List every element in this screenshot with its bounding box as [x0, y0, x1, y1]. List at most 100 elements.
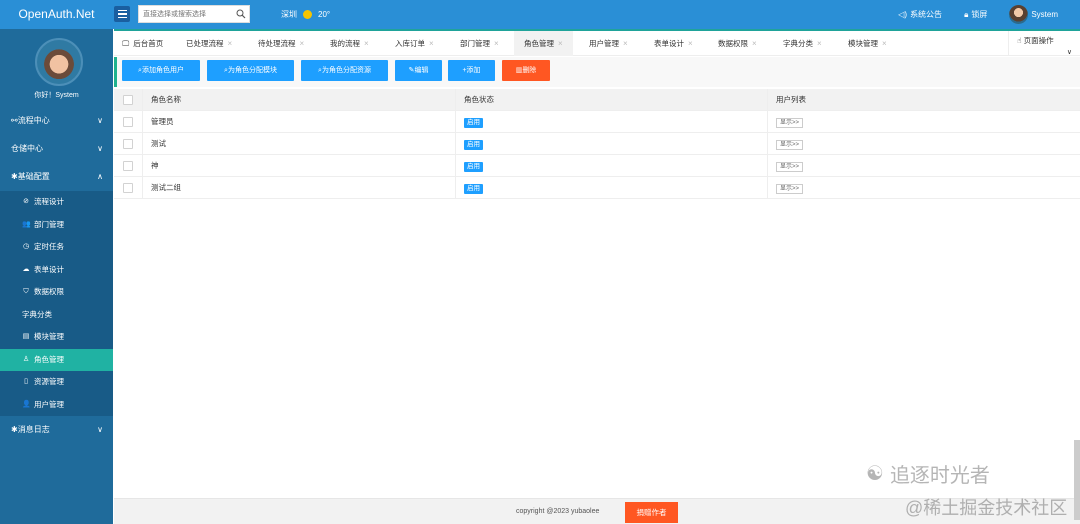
edit-button[interactable]: ✎编辑: [395, 60, 442, 81]
show-users-button[interactable]: 显示>>: [776, 162, 804, 172]
table-row[interactable]: 测试 启用 显示>>: [114, 133, 1080, 155]
sidebar-group-message-log[interactable]: ✱消息日志 ∨: [0, 416, 113, 444]
user-menu[interactable]: System: [1009, 5, 1058, 24]
tab-modules[interactable]: 模块管理 ×: [848, 31, 887, 56]
column-divider: [455, 133, 456, 155]
close-icon[interactable]: ×: [558, 31, 563, 56]
table-row[interactable]: 管理员 启用 显示>>: [114, 111, 1080, 133]
sidebar-item-roles[interactable]: ♙ 角色管理: [0, 348, 113, 371]
chevron-down-icon: ∨: [97, 425, 103, 434]
delete-button[interactable]: ▥删除: [502, 60, 550, 81]
sidebar-item-form-design[interactable]: ☁ 表单设计: [0, 259, 113, 282]
show-users-button[interactable]: 显示>>: [776, 118, 804, 128]
close-icon[interactable]: ×: [429, 31, 434, 56]
close-icon[interactable]: ×: [623, 31, 628, 56]
add-button[interactable]: +添加: [448, 60, 495, 81]
sidebar-item-users[interactable]: 👤 用户管理: [0, 394, 113, 417]
table-row[interactable]: 测试二组 启用 显示>>: [114, 177, 1080, 199]
lock-screen-link[interactable]: 🔒︎ 锁屏: [964, 9, 987, 20]
row-checkbox[interactable]: [123, 161, 133, 171]
app-logo[interactable]: OpenAuth.Net: [0, 0, 113, 29]
column-header-role-status[interactable]: 角色状态: [464, 89, 494, 111]
tab-data-permission[interactable]: 数据权限 ×: [718, 31, 757, 56]
tab-dictionary[interactable]: 字典分类 ×: [783, 31, 822, 56]
tab-form-design[interactable]: 表单设计 ×: [654, 31, 693, 56]
close-icon[interactable]: ×: [882, 31, 887, 56]
page-operations-menu[interactable]: ☝ 页面操作 ∨: [1008, 31, 1080, 56]
avatar: [1009, 5, 1029, 24]
add-role-user-button[interactable]: ⌕添加角色用户: [122, 60, 200, 81]
sidebar-item-resources[interactable]: ▯ 资源管理: [0, 371, 113, 394]
close-icon[interactable]: ×: [364, 31, 369, 56]
close-icon[interactable]: ×: [228, 31, 233, 56]
column-divider: [455, 177, 456, 199]
close-icon[interactable]: ×: [300, 31, 305, 56]
tab-label: 后台首页: [133, 39, 164, 48]
tab-label: 数据权限: [718, 39, 748, 48]
tab-processed-flows[interactable]: 已处理流程 ×: [186, 31, 232, 56]
sidebar-item-departments[interactable]: 👥 部门管理: [0, 214, 113, 237]
sidebar-submenu: ⊘ 流程设计 👥 部门管理 ◷ 定时任务 ☁ 表单设计 ⛉ 数据权限 字典分类 ▤ 模块管理…: [0, 191, 113, 416]
sidebar-item-label: 用户管理: [34, 399, 64, 409]
menu-toggle-button[interactable]: [114, 6, 130, 22]
notice-link[interactable]: ◁) 系统公告: [898, 9, 942, 20]
resource-icon: ▯: [24, 378, 28, 386]
status-badge: 启用: [464, 184, 483, 194]
sidebar-item-label: 表单设计: [34, 264, 64, 274]
select-all-checkbox[interactable]: [123, 95, 133, 105]
column-divider: [767, 89, 768, 111]
hand-pointer-icon: ☝: [1017, 36, 1022, 45]
row-checkbox[interactable]: [123, 117, 133, 127]
column-divider: [767, 111, 768, 133]
column-divider: [142, 155, 143, 177]
row-checkbox[interactable]: [123, 183, 133, 193]
table-header-row: 角色名称 角色状态 用户列表: [114, 89, 1080, 111]
tab-pending-flows[interactable]: 待处理流程 ×: [258, 31, 304, 56]
donate-button[interactable]: 捐赠作者: [625, 502, 678, 523]
row-checkbox[interactable]: [123, 139, 133, 149]
show-users-button[interactable]: 显示>>: [776, 140, 804, 150]
tab-my-flows[interactable]: 我的流程 ×: [330, 31, 369, 56]
chevron-down-icon: ∨: [97, 116, 103, 125]
status-badge: 启用: [464, 140, 483, 150]
tab-roles[interactable]: 角色管理 ×: [514, 31, 573, 56]
column-header-user-list[interactable]: 用户列表: [776, 89, 806, 111]
sidebar-item-data-permission[interactable]: ⛉ 数据权限: [0, 281, 113, 304]
sidebar-group-warehouse[interactable]: 仓储中心 ∨: [0, 135, 113, 163]
close-icon[interactable]: ×: [494, 31, 499, 56]
column-header-role-name[interactable]: 角色名称: [151, 89, 181, 111]
tab-label: 用户管理: [589, 39, 619, 48]
notice-label: 系统公告: [910, 10, 943, 19]
sidebar-group-label: 仓储中心: [11, 144, 43, 153]
close-icon[interactable]: ×: [688, 31, 693, 56]
tab-users[interactable]: 用户管理 ×: [589, 31, 628, 56]
scrollbar-thumb[interactable]: [1074, 440, 1080, 520]
assign-module-button[interactable]: ⌕为角色分配模块: [207, 60, 294, 81]
sidebar: 你好！System ⚯流程中心 ∨ 仓储中心 ∨ ✱基础配置 ∧ ⊘ 流程设计 👥…: [0, 29, 113, 524]
show-users-button[interactable]: 显示>>: [776, 184, 804, 194]
sidebar-item-flow-design[interactable]: ⊘ 流程设计: [0, 191, 113, 214]
close-icon[interactable]: ×: [817, 31, 822, 56]
close-icon[interactable]: ×: [752, 31, 757, 56]
status-badge: 启用: [464, 118, 483, 128]
table-row[interactable]: 神 启用 显示>>: [114, 155, 1080, 177]
search-icon[interactable]: [236, 9, 246, 19]
sidebar-item-modules[interactable]: ▤ 模块管理: [0, 326, 113, 349]
search-input[interactable]: [139, 6, 231, 22]
sidebar-item-label: 字典分类: [22, 309, 52, 319]
tab-home[interactable]: 🖵 后台首页: [122, 31, 163, 56]
column-divider: [455, 111, 456, 133]
sidebar-item-dictionary[interactable]: 字典分类: [0, 304, 113, 327]
users-icon: 👥: [22, 220, 31, 228]
sidebar-item-scheduled-tasks[interactable]: ◷ 定时任务: [0, 236, 113, 259]
sidebar-group-basic-config[interactable]: ✱基础配置 ∧: [0, 163, 113, 191]
assign-resource-button[interactable]: ⌕为角色分配资源: [301, 60, 388, 81]
tab-label: 角色管理: [524, 39, 554, 48]
tab-departments[interactable]: 部门管理 ×: [460, 31, 499, 56]
top-right-actions: ◁) 系统公告 🔒︎ 锁屏 System: [898, 0, 1080, 29]
sidebar-group-flow[interactable]: ⚯流程中心 ∨: [0, 107, 113, 135]
search-box: [138, 5, 250, 23]
role-name: 管理员: [151, 117, 174, 126]
tab-inbound-orders[interactable]: 入库订单 ×: [395, 31, 434, 56]
role-name: 测试二组: [151, 183, 181, 192]
